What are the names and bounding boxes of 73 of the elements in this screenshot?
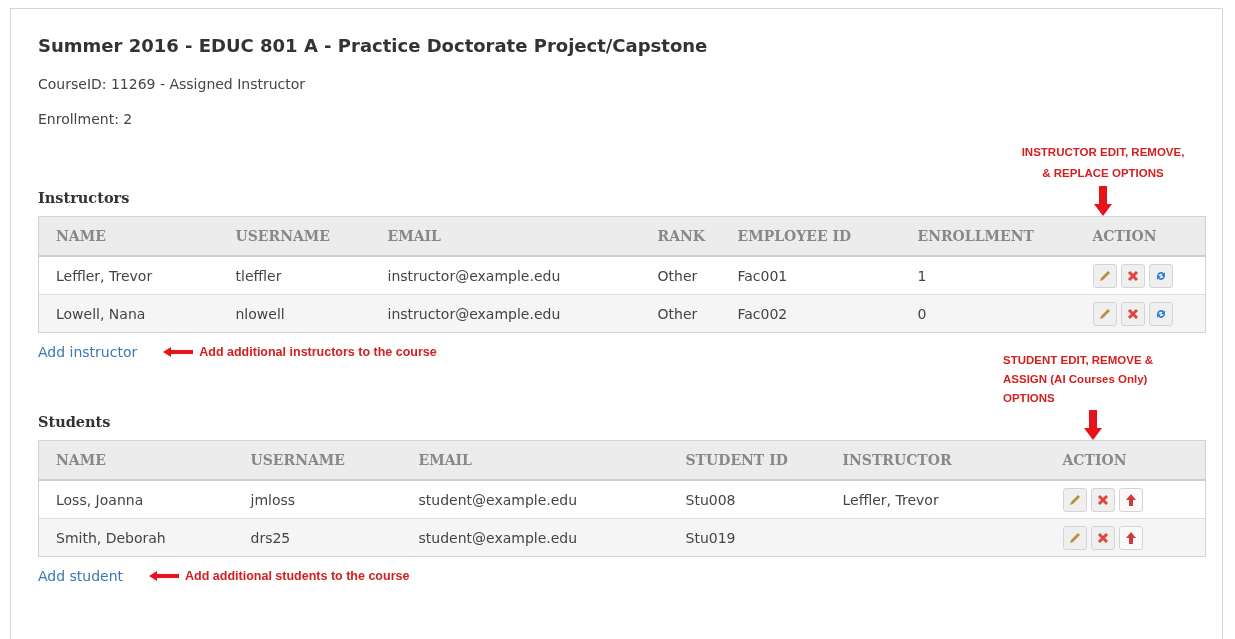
column-header: STUDENT ID bbox=[668, 440, 826, 480]
edit-button[interactable] bbox=[1092, 301, 1117, 326]
enrollment-count: Enrollment: 2 bbox=[38, 111, 134, 127]
column-header: RANK bbox=[640, 216, 721, 256]
table-cell: instructor@example.edu bbox=[387, 305, 561, 322]
column-header: ENROLLMENT bbox=[900, 216, 1076, 256]
table-cell: Loss, Joanna bbox=[56, 491, 144, 508]
column-header: EMPLOYEE ID bbox=[720, 216, 901, 256]
edit-button[interactable] bbox=[1092, 263, 1117, 288]
table-cell: 0 bbox=[917, 305, 927, 322]
up-arrow-icon bbox=[1125, 493, 1136, 506]
table-cell: drs25 bbox=[250, 529, 291, 546]
column-header: ACTION bbox=[1075, 216, 1206, 256]
table-cell: Stu019 bbox=[685, 529, 736, 546]
annotation-text: Add additional instructors to the course bbox=[199, 345, 437, 359]
left-arrow-icon bbox=[149, 571, 180, 581]
annotation-text: STUDENT EDIT, REMOVE & ASSIGN (AI Courses Only) OPTIONS bbox=[1003, 353, 1155, 406]
table-cell: Leffler, Trevor bbox=[842, 491, 939, 508]
column-header: USERNAME bbox=[233, 440, 402, 480]
table-cell: nlowell bbox=[235, 305, 285, 322]
table-cell: student@example.edu bbox=[418, 491, 578, 508]
add-link[interactable]: Add student bbox=[38, 568, 124, 584]
pencil-icon bbox=[1068, 493, 1081, 506]
down-arrow-icon bbox=[1094, 186, 1112, 216]
close-icon bbox=[1126, 307, 1139, 320]
course-title: Summer 2016 - EDUC 801 A - Practice Doctorate Project/Capstone bbox=[38, 35, 709, 56]
section-heading: Instructors bbox=[38, 189, 130, 206]
down-arrow-icon bbox=[1084, 410, 1102, 440]
assign-button[interactable] bbox=[1118, 525, 1143, 550]
annotation-text: Add additional students to the course bbox=[185, 569, 410, 583]
remove-button[interactable] bbox=[1090, 487, 1115, 512]
add-link[interactable]: Add instructor bbox=[38, 344, 138, 360]
table-cell: Other bbox=[657, 267, 698, 284]
replace-button[interactable] bbox=[1148, 263, 1173, 288]
refresh-icon bbox=[1154, 307, 1167, 320]
annotation-text: INSTRUCTOR EDIT, REMOVE, & REPLACE OPTIONS bbox=[1021, 145, 1185, 181]
table-cell: Leffler, Trevor bbox=[56, 267, 153, 284]
section-heading: Students bbox=[38, 413, 111, 430]
table-cell: tleffler bbox=[235, 267, 282, 284]
column-header: USERNAME bbox=[218, 216, 371, 256]
table-cell: Stu008 bbox=[685, 491, 736, 508]
table-cell: student@example.edu bbox=[418, 529, 578, 546]
up-arrow-icon bbox=[1125, 531, 1136, 544]
edit-button[interactable] bbox=[1062, 525, 1087, 550]
table-cell: 1 bbox=[917, 267, 927, 284]
remove-button[interactable] bbox=[1120, 301, 1145, 326]
close-icon bbox=[1096, 531, 1109, 544]
table-cell: jmloss bbox=[250, 491, 296, 508]
column-header: EMAIL bbox=[370, 216, 641, 256]
pencil-icon bbox=[1098, 269, 1111, 282]
refresh-icon bbox=[1154, 269, 1167, 282]
column-header: NAME bbox=[38, 216, 219, 256]
column-header: EMAIL bbox=[401, 440, 669, 480]
pencil-icon bbox=[1068, 531, 1081, 544]
edit-button[interactable] bbox=[1062, 487, 1087, 512]
table-cell: Lowell, Nana bbox=[56, 305, 146, 322]
column-header: NAME bbox=[38, 440, 234, 480]
close-icon bbox=[1126, 269, 1139, 282]
pencil-icon bbox=[1098, 307, 1111, 320]
table-cell: Fac001 bbox=[737, 267, 788, 284]
column-header: ACTION bbox=[1045, 440, 1206, 480]
table-cell: Fac002 bbox=[737, 305, 788, 322]
close-icon bbox=[1096, 493, 1109, 506]
table-cell: instructor@example.edu bbox=[387, 267, 561, 284]
column-header: INSTRUCTOR bbox=[825, 440, 1046, 480]
course-info: CourseID: 11269 - Assigned Instructor bbox=[38, 76, 307, 92]
assign-button[interactable] bbox=[1118, 487, 1143, 512]
remove-button[interactable] bbox=[1120, 263, 1145, 288]
table-cell: Smith, Deborah bbox=[56, 529, 166, 546]
remove-button[interactable] bbox=[1090, 525, 1115, 550]
table-cell: Other bbox=[657, 305, 698, 322]
replace-button[interactable] bbox=[1148, 301, 1173, 326]
left-arrow-icon bbox=[163, 347, 194, 357]
